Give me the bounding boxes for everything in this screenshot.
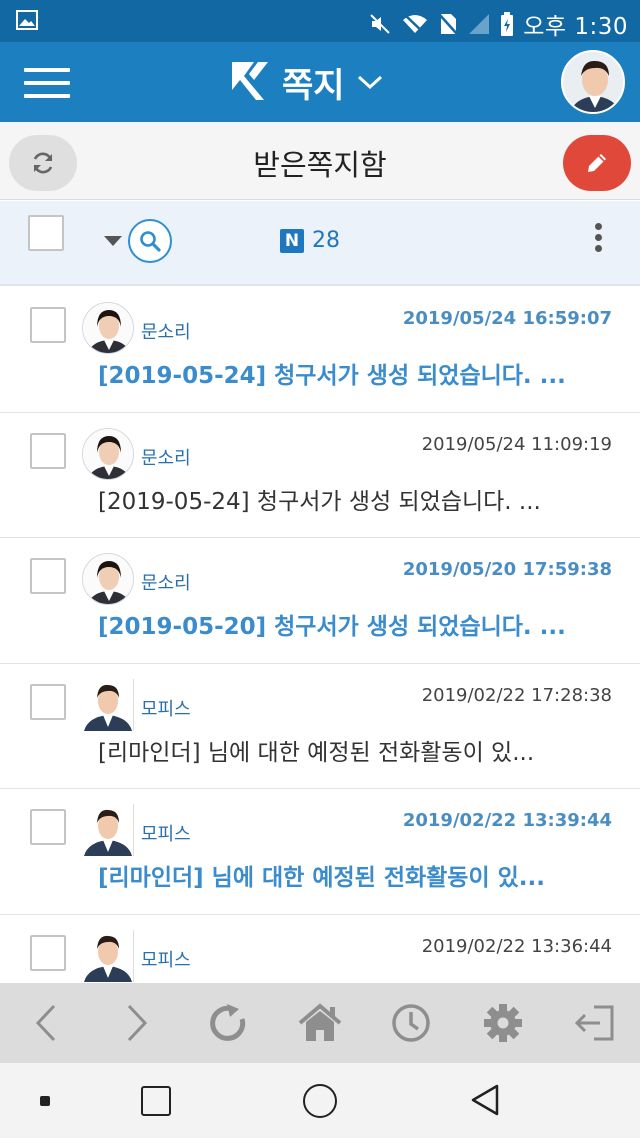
sender-name: 모피스: [141, 824, 191, 845]
sender-avatar: [82, 427, 134, 480]
wifi-icon: [403, 14, 428, 35]
status-bar: 오후 1:30: [0, 0, 640, 42]
search-filter-button[interactable]: [104, 219, 172, 263]
caret-down-icon: [104, 236, 122, 246]
app-title-dropdown[interactable]: 쪽지: [230, 56, 383, 108]
back-arrow-icon[interactable]: [0, 983, 91, 1063]
sender-avatar: [82, 553, 134, 605]
message-row[interactable]: 모피스 2019/02/22 17:28:38 [리마인더] 님에 대한 예정된…: [0, 663, 640, 789]
sender-name: 모피스: [141, 949, 191, 971]
sender-name: 모피스: [141, 698, 191, 720]
new-badge: N: [280, 228, 304, 253]
menu-dot-icon[interactable]: [40, 1096, 50, 1106]
message-date: 2019/02/22 13:39:44: [402, 810, 612, 831]
message-subject: [2019-05-24] 청구서가 생성 되었습니다. ...: [98, 363, 566, 389]
message-subject: [리마인더] 님에 대한 예정된 전화활동이 있...: [98, 865, 545, 891]
message-subject: [2019-05-24] 청구서가 생성 되었습니다. ...: [98, 488, 541, 515]
message-date: 2019/05/24 16:59:07: [402, 308, 612, 329]
home-icon[interactable]: [274, 983, 365, 1063]
list-toolbar: N 28: [0, 201, 640, 286]
message-checkbox[interactable]: [30, 809, 66, 845]
logout-icon[interactable]: [548, 983, 639, 1063]
message-checkbox[interactable]: [30, 683, 66, 720]
forward-arrow-icon[interactable]: [91, 983, 182, 1063]
menu-icon[interactable]: [24, 68, 70, 98]
battery-icon: [501, 12, 514, 36]
message-date: 2019/05/24 11:09:19: [421, 433, 612, 455]
app-title: 쪽지: [282, 65, 345, 106]
reload-icon[interactable]: [183, 983, 274, 1063]
message-date: 2019/02/22 13:36:44: [421, 935, 612, 957]
message-row[interactable]: 문소리 2019/05/20 17:59:38 [2019-05-20] 청구서…: [0, 538, 640, 664]
compose-button[interactable]: [563, 135, 631, 191]
message-subject: [리마인더] 님에 대한 예정된 전화활동이 있...: [98, 739, 535, 766]
app-logo-icon: [232, 62, 268, 100]
message-checkbox[interactable]: [30, 307, 66, 343]
bottom-navigation: [0, 983, 640, 1063]
select-all-checkbox[interactable]: [28, 215, 64, 251]
message-row[interactable]: 모피스 2019/02/22 13:39:44 [리마인더] 님에 대한 예정된…: [0, 789, 640, 915]
sender-name: 문소리: [141, 447, 191, 469]
sender-name: 문소리: [141, 573, 191, 594]
message-date: 2019/02/22 17:28:38: [421, 684, 612, 706]
sender-avatar: [82, 929, 134, 982]
page-title: 받은쪽지함: [253, 148, 387, 182]
recent-apps-icon[interactable]: [141, 1086, 171, 1116]
system-navigation-bar: [0, 1063, 640, 1138]
gear-icon[interactable]: [457, 983, 548, 1063]
pencil-icon: [588, 154, 606, 172]
message-row[interactable]: 문소리 2019/05/24 16:59:07 [2019-05-24] 청구서…: [0, 287, 640, 413]
signal-icon: [469, 14, 490, 34]
clock-time: 오후 1:30: [523, 14, 628, 40]
app-bar: 쪽지: [0, 42, 640, 122]
new-message-count: N 28: [280, 228, 340, 253]
message-row[interactable]: 문소리 2019/05/24 11:09:19 [2019-05-24] 청구서…: [0, 412, 640, 538]
no-sim-icon: [438, 13, 459, 35]
search-icon: [128, 219, 172, 263]
message-checkbox[interactable]: [30, 432, 66, 469]
message-subject: [2019-05-20] 청구서가 생성 되었습니다. ...: [98, 614, 566, 640]
message-checkbox[interactable]: [30, 558, 66, 594]
system-back-icon[interactable]: [470, 1083, 500, 1117]
avatar[interactable]: [561, 50, 625, 114]
mute-icon: [370, 14, 390, 34]
sender-avatar: [82, 804, 134, 856]
sender-avatar: [82, 302, 134, 354]
gallery-icon: [16, 10, 38, 30]
sender-avatar: [82, 678, 134, 731]
more-options-icon[interactable]: [592, 223, 604, 257]
chevron-down-icon: [357, 75, 382, 90]
message-list: 문소리 2019/05/24 16:59:07 [2019-05-24] 청구서…: [0, 287, 640, 1040]
sender-name: 문소리: [141, 322, 191, 343]
message-count: 28: [312, 228, 340, 253]
clock-icon[interactable]: [366, 983, 457, 1063]
message-checkbox[interactable]: [30, 934, 66, 971]
message-date: 2019/05/20 17:59:38: [402, 559, 612, 580]
home-button-icon[interactable]: [303, 1084, 337, 1118]
mailbox-header: 받은쪽지함: [0, 122, 640, 200]
